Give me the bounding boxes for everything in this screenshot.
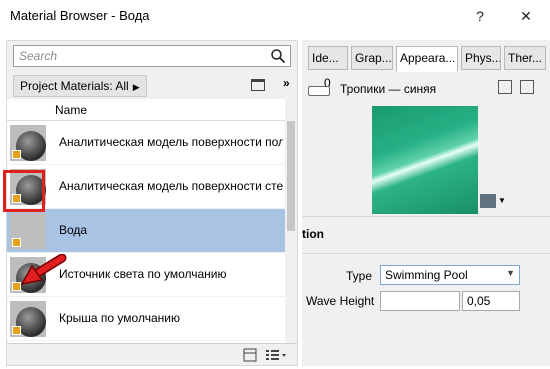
material-name: Аналитическая модель поверхности стены: [59, 179, 283, 193]
dropdown-arrow-icon: ▶: [132, 82, 140, 92]
list-bottom-toolbar: [7, 343, 297, 365]
view-list-icon[interactable]: [265, 348, 287, 362]
asset-row: 0 Тропики — синяя: [308, 76, 548, 100]
wave-height-input[interactable]: 0,05: [462, 291, 520, 311]
tab-physical[interactable]: Phys...: [461, 46, 501, 70]
material-name: Аналитическая модель поверхности пола: [59, 135, 283, 149]
filter-label: Project Materials: All: [20, 79, 129, 93]
view-toggle-icon[interactable]: [251, 79, 265, 91]
chevron-down-icon: ▼: [506, 268, 515, 278]
warning-badge-icon: [12, 150, 21, 159]
type-label: Type: [346, 269, 373, 283]
annotation-arrow-icon: [20, 254, 67, 286]
material-list: Name Аналитическая модель поверхности по…: [7, 99, 285, 343]
tab-identity[interactable]: Ide...: [308, 46, 348, 70]
material-thumbnail: [10, 301, 46, 337]
material-list-panel: Search Project Materials: All ▶ » Name Ан…: [6, 40, 298, 366]
expand-panel-icon[interactable]: »: [283, 76, 290, 90]
tab-thermal[interactable]: Ther...: [504, 46, 546, 70]
hand-icon: [308, 86, 330, 96]
warning-badge-icon: [12, 326, 21, 335]
highlight-box: [3, 170, 45, 212]
title-bar: Material Browser - Вода ? ✕: [0, 0, 550, 32]
material-preview: [372, 106, 478, 214]
wave-height-label: Wave Height: [306, 294, 375, 308]
list-item[interactable]: Аналитическая модель поверхности стены: [7, 165, 285, 209]
list-scrollbar[interactable]: [285, 99, 297, 343]
project-filter-dropdown[interactable]: Project Materials: All ▶: [13, 75, 147, 97]
duplicate-asset-icon[interactable]: [520, 80, 534, 94]
wave-height-slider[interactable]: [380, 291, 460, 311]
view-grid-icon[interactable]: [243, 348, 257, 362]
material-editor-panel: Ide... Grap... Appeara... Phys... Ther..…: [302, 40, 550, 366]
tab-graphics[interactable]: Grap...: [351, 46, 393, 70]
tab-appearance[interactable]: Appeara...: [396, 46, 458, 72]
warning-badge-icon: [12, 238, 21, 247]
swatch-dropdown-icon[interactable]: ▼: [498, 196, 506, 205]
section-title[interactable]: tion: [302, 227, 324, 241]
search-input[interactable]: Search: [13, 45, 291, 67]
list-item-selected[interactable]: Вода: [7, 209, 285, 253]
preview-scene-swatch[interactable]: [480, 194, 496, 208]
water-thumbnail: [10, 213, 46, 249]
section-divider: [302, 253, 550, 254]
name-column-header[interactable]: Name: [55, 103, 87, 117]
search-icon[interactable]: [270, 48, 286, 64]
type-select[interactable]: Swimming Pool ▼: [380, 265, 520, 285]
help-button[interactable]: ?: [466, 4, 494, 28]
scrollbar-thumb[interactable]: [287, 121, 295, 231]
material-name: Крыша по умолчанию: [59, 311, 180, 325]
list-item[interactable]: Крыша по умолчанию: [7, 297, 285, 341]
window-title: Material Browser - Вода: [10, 8, 150, 23]
list-item[interactable]: Аналитическая модель поверхности пола: [7, 121, 285, 165]
water-properties-section: tion Type Swimming Pool ▼ Wave Height 0,…: [302, 216, 550, 366]
material-name: Источник света по умолчанию: [59, 267, 227, 281]
close-button[interactable]: ✕: [512, 4, 540, 28]
asset-name: Тропики — синяя: [340, 82, 437, 96]
replace-asset-icon[interactable]: [498, 80, 512, 94]
material-name: Вода: [59, 223, 88, 237]
search-placeholder: Search: [19, 49, 58, 63]
list-header: Name: [7, 99, 285, 121]
filter-bar: Project Materials: All ▶ »: [7, 73, 297, 99]
material-thumbnail: [10, 125, 46, 161]
type-value: Swimming Pool: [385, 268, 468, 282]
